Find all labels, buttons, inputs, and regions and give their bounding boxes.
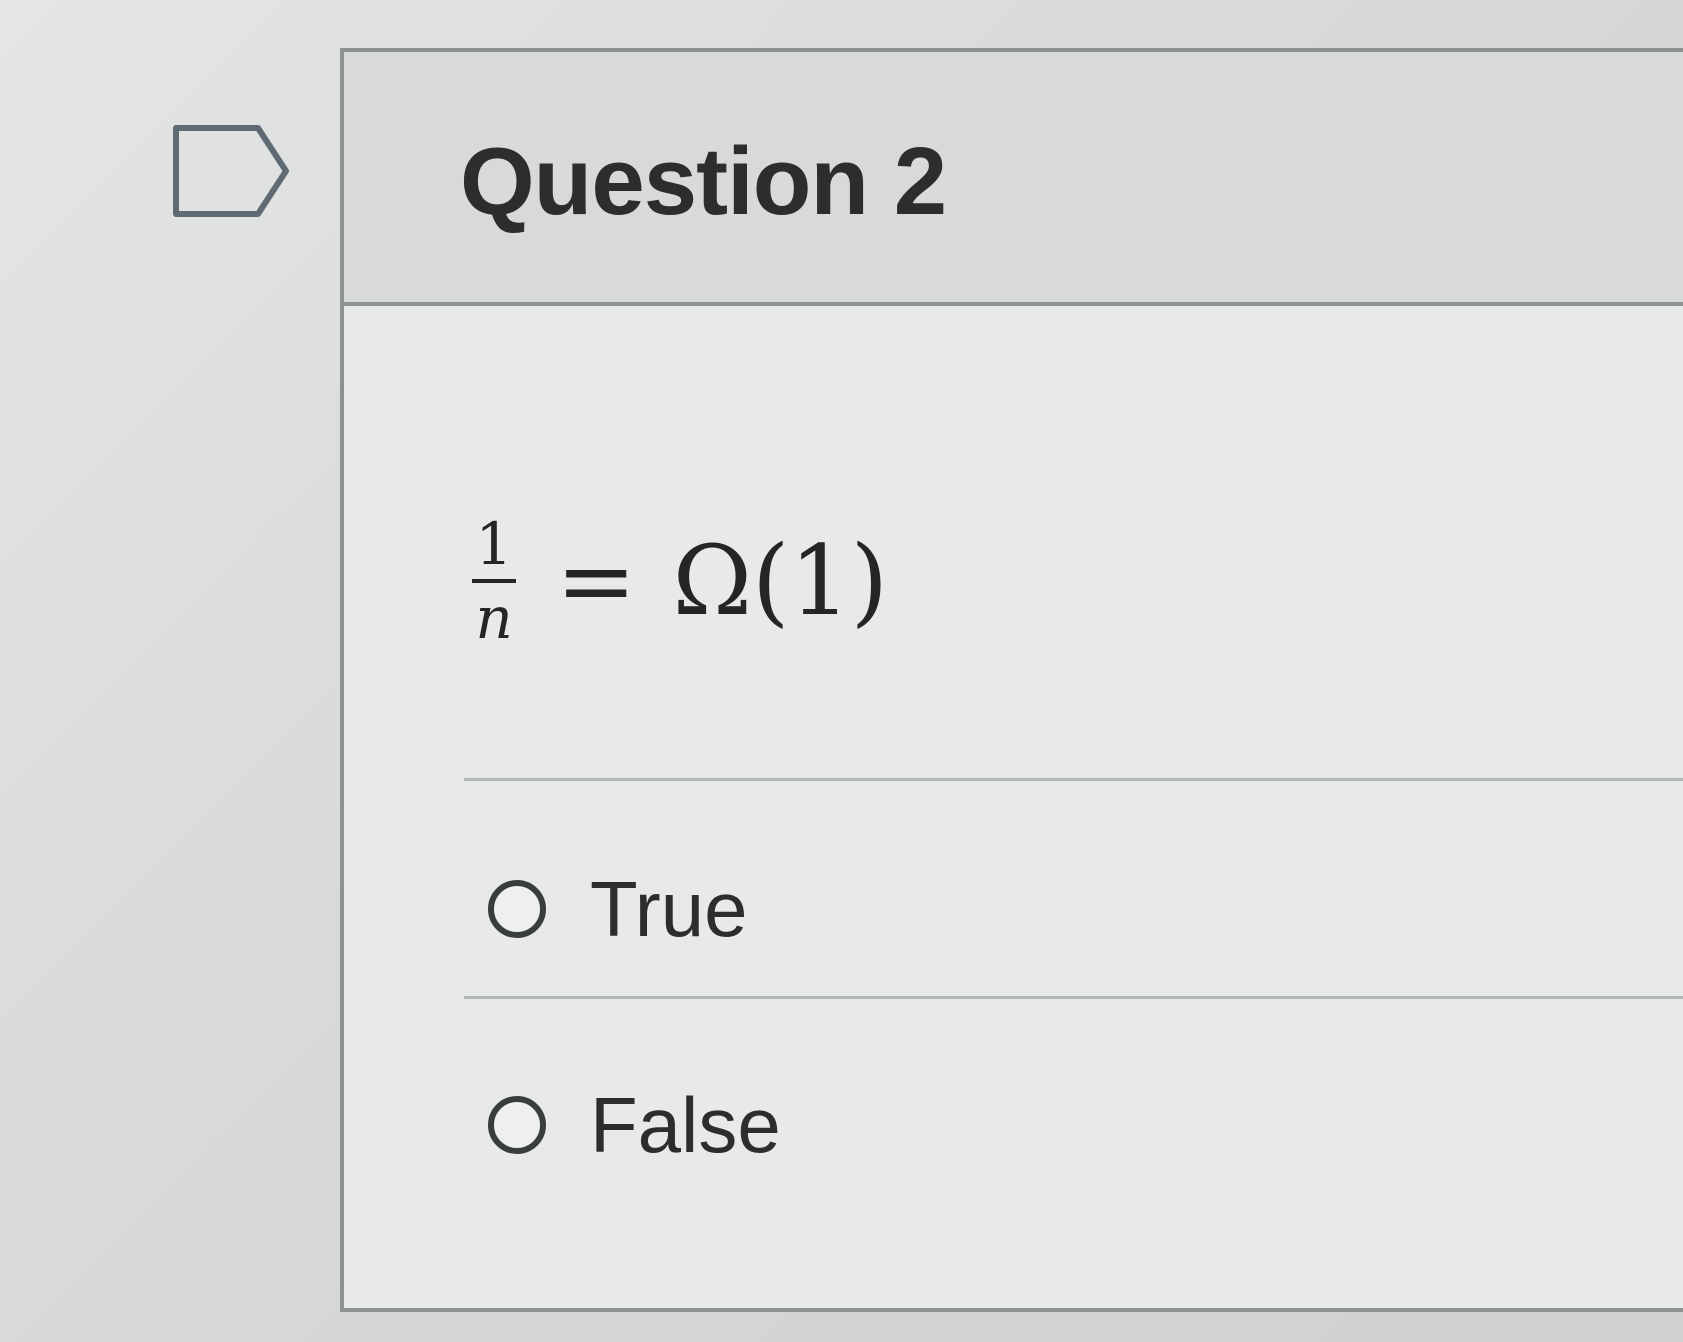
fraction-numerator: 1 bbox=[475, 510, 513, 578]
question-body: 1 n = Ω(1) True False bbox=[344, 306, 1683, 1312]
question-title: Question 2 bbox=[460, 128, 947, 235]
radio-button-true[interactable] bbox=[488, 880, 546, 938]
answer-divider bbox=[464, 996, 1683, 999]
flag-question-icon[interactable] bbox=[172, 124, 292, 218]
radio-button-false[interactable] bbox=[488, 1096, 546, 1154]
answer-label-true[interactable]: True bbox=[590, 864, 748, 954]
fraction-denominator: n bbox=[475, 584, 513, 652]
answer-option-true[interactable]: True bbox=[488, 864, 748, 954]
equation-fraction: 1 n bbox=[472, 513, 516, 649]
equation-rhs: Ω(1) bbox=[672, 525, 889, 637]
quiz-page: Question 2 1 n = Ω(1) True False bbox=[0, 0, 1683, 1342]
fraction-bar bbox=[472, 579, 516, 583]
question-header: Question 2 bbox=[344, 52, 1683, 306]
equation-operator: = bbox=[556, 525, 637, 637]
answer-option-false[interactable]: False bbox=[488, 1080, 781, 1170]
question-card: Question 2 1 n = Ω(1) True False bbox=[340, 48, 1683, 1312]
answer-divider bbox=[464, 778, 1683, 781]
answer-label-false[interactable]: False bbox=[590, 1080, 781, 1170]
question-equation: 1 n = Ω(1) bbox=[472, 506, 888, 656]
